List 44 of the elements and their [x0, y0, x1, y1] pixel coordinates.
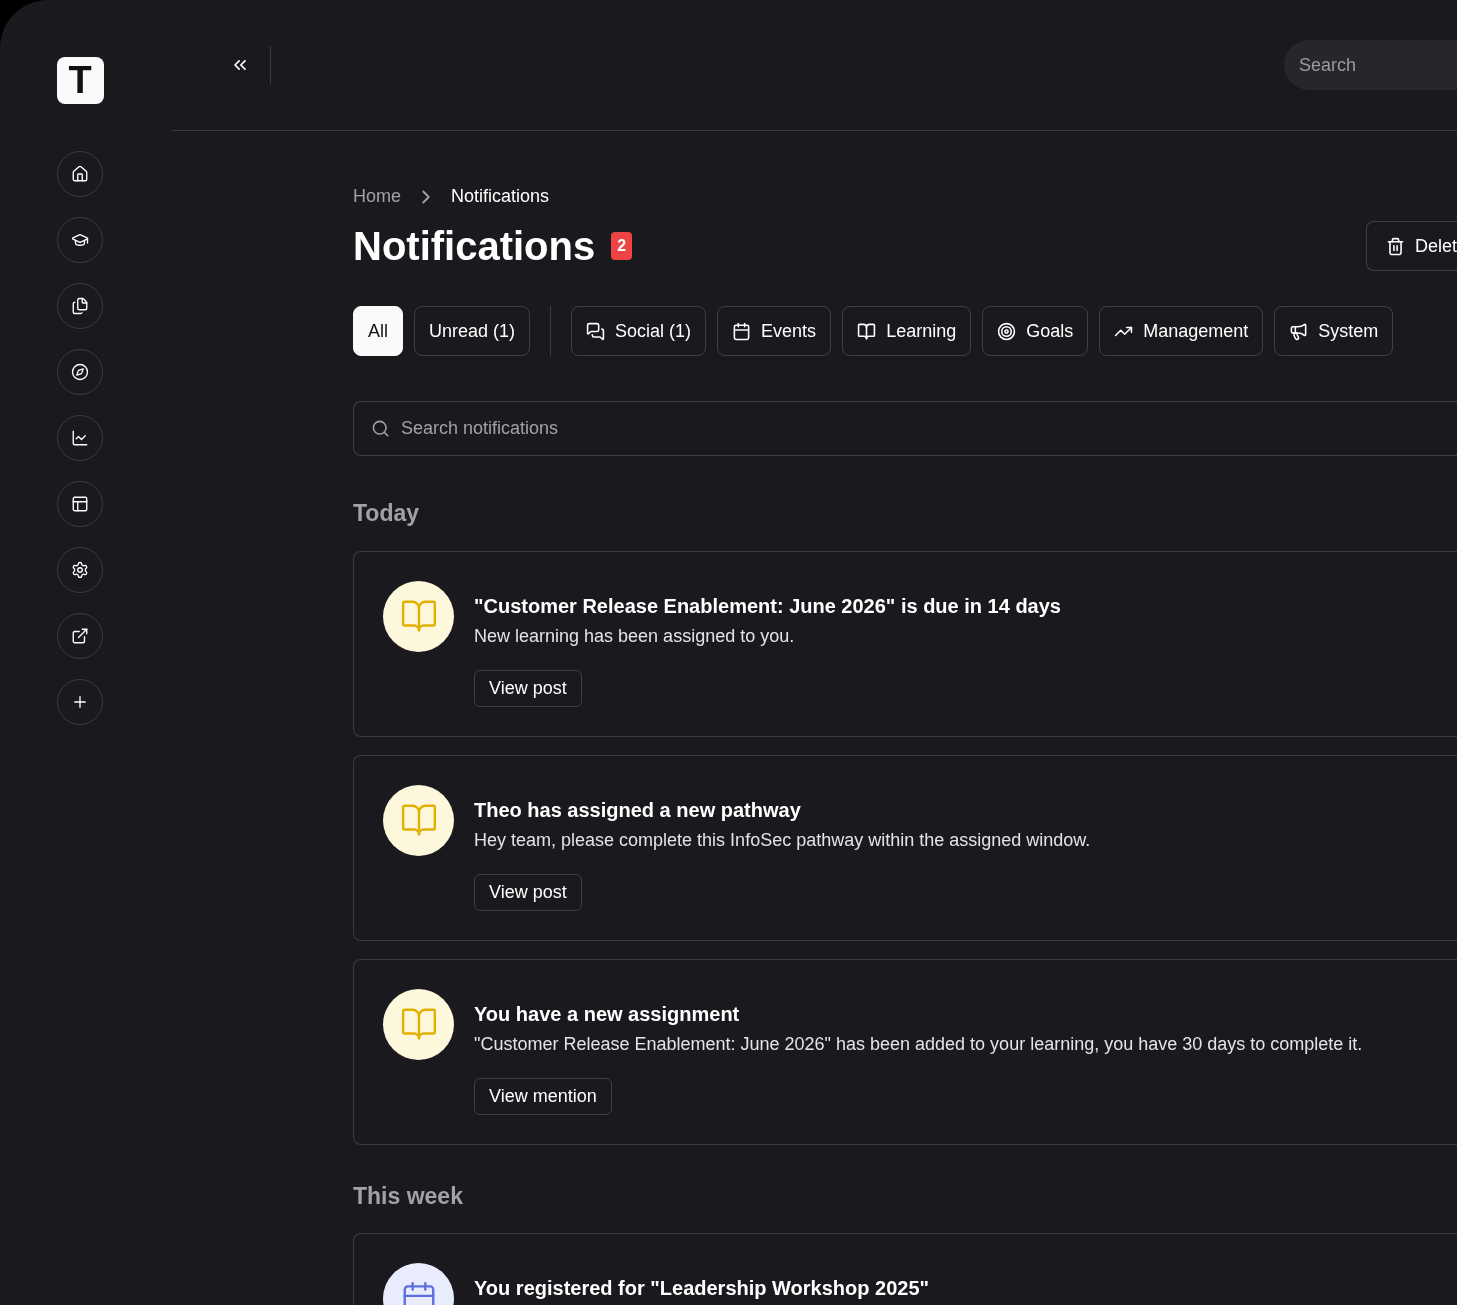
notification-title: "Customer Release Enablement: June 2026" is due in 14 days — [474, 593, 1061, 619]
external-link-icon — [71, 627, 89, 645]
megaphone-icon — [1289, 321, 1309, 341]
view-button[interactable]: View post — [474, 873, 582, 911]
filter-tab[interactable]: All — [353, 306, 403, 356]
plus-icon — [71, 693, 89, 711]
filter-tab[interactable]: Social (1) — [571, 306, 707, 356]
section-heading: This week — [353, 1181, 464, 1211]
page-title: Notifications — [353, 223, 596, 270]
book-icon — [857, 321, 877, 341]
graduation-cap-icon — [71, 231, 89, 249]
target-icon — [997, 321, 1017, 341]
home-icon — [71, 165, 89, 183]
compass-icon — [71, 363, 89, 381]
delete-button[interactable]: Delet — [1365, 221, 1457, 271]
section-heading: Today — [353, 499, 421, 528]
documents-icon — [71, 297, 89, 315]
chat-icon — [586, 321, 606, 341]
breadcrumb-current: Notifications — [451, 185, 550, 208]
notification-title: Theo has assigned a new pathway — [474, 797, 801, 823]
filter-tab[interactable]: System — [1274, 306, 1394, 356]
notification-message: New learning has been assigned to you. — [474, 624, 795, 648]
count-badge: 2 — [611, 232, 633, 260]
trash-icon — [1385, 236, 1405, 256]
notification-search-field[interactable]: Search notifications — [353, 401, 1457, 456]
calendar-icon — [732, 321, 752, 341]
notification-title: You have a new assignment — [474, 1001, 740, 1027]
filter-tab[interactable]: Management — [1099, 306, 1264, 356]
filter-tab[interactable]: Unread (1) — [414, 306, 531, 356]
view-button[interactable]: View mention — [474, 1077, 612, 1115]
logo[interactable]: T — [56, 57, 104, 104]
search-icon — [371, 419, 390, 438]
filter-tab[interactable]: Goals — [982, 306, 1089, 356]
view-button[interactable]: View post — [474, 669, 582, 707]
breadcrumb-link[interactable]: Home — [353, 183, 401, 210]
settings-icon — [71, 561, 89, 579]
layout-icon — [71, 495, 89, 513]
filter-tab[interactable]: Learning — [842, 306, 972, 356]
notification-title: You registered for "Leadership Workshop 2025" — [474, 1276, 929, 1301]
line-chart-icon — [71, 429, 89, 447]
filter-tab[interactable]: Events — [717, 306, 832, 356]
search-field[interactable]: Search — [1284, 40, 1457, 90]
notification-message: "Customer Release Enablement: June 2026" has been added to your learning, you have 30 days to complete it. — [474, 1032, 1363, 1056]
notification-message: Hey team, please complete this InfoSec pathway within the assigned window. — [474, 828, 1091, 852]
